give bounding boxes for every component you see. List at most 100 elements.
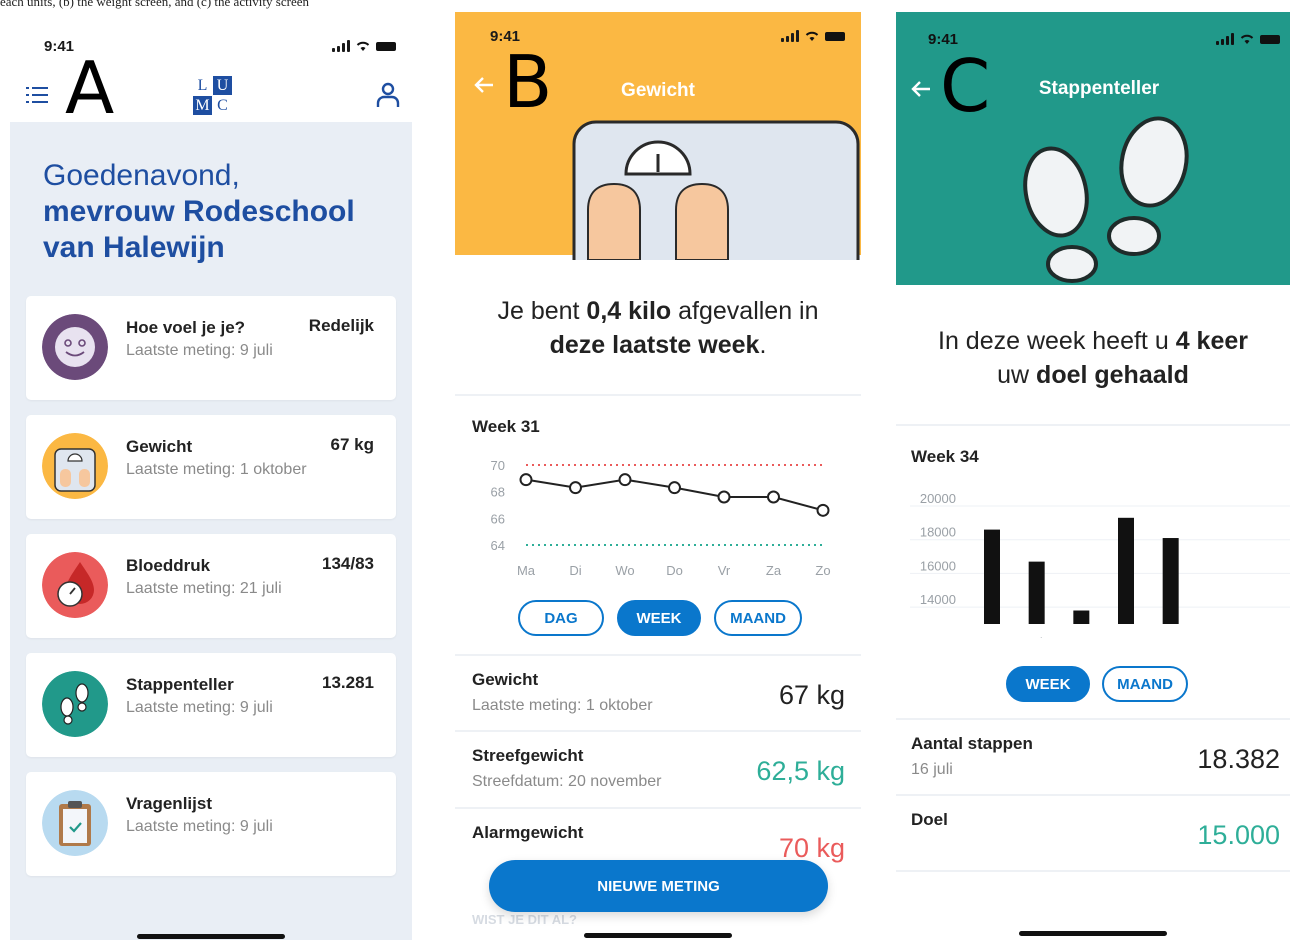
card-title: Hoe voel je je? xyxy=(126,318,246,337)
y-tick-label: 66 xyxy=(491,511,505,526)
x-tick-label: Za xyxy=(766,563,782,578)
y-tick-label: 18000 xyxy=(920,525,956,540)
data-point xyxy=(767,490,780,504)
user-icon[interactable] xyxy=(376,82,400,108)
weight-summary: Je bent 0,4 kilo afgevallen in deze laat… xyxy=(455,294,861,362)
card-mood[interactable]: Hoe voel je je? Redelijk Laatste meting:… xyxy=(26,296,396,400)
x-tick-label: Do xyxy=(1118,635,1135,638)
tab-week[interactable]: WEEK xyxy=(1006,666,1090,702)
bar xyxy=(1118,517,1134,624)
summary-mid: afgevallen in xyxy=(671,297,819,325)
row-subtitle: Streefdatum: 20 november xyxy=(472,773,662,790)
tab-week[interactable]: WEEK xyxy=(617,600,701,636)
steps-bar-chart: 20000 18000 16000 14000 Ma Di Wo Do Vr Za Zo xyxy=(910,491,1290,638)
x-tick-label: Ma xyxy=(983,635,1002,638)
home-indicator xyxy=(1019,931,1167,936)
row-value: 67 kg xyxy=(778,680,845,710)
panel-label-a: A xyxy=(65,46,115,130)
new-measurement-button[interactable]: NIEUWE METING xyxy=(489,860,828,912)
card-title: Vragenlijst xyxy=(126,794,212,813)
row-subtitle: Laatste meting: 1 oktober xyxy=(472,697,653,714)
data-point xyxy=(569,481,582,495)
x-tick-label: Wo xyxy=(615,563,634,578)
weight-screen: 9:41 B Gewicht Je bent 0,4 kilo afgevall… xyxy=(455,12,861,940)
card-steps[interactable]: Stappenteller 13.281 Laatste meting: 9 j… xyxy=(26,653,396,757)
status-icons xyxy=(781,30,845,42)
summary-count: 4 keer xyxy=(1175,327,1248,355)
steps-summary: In deze week heeft u 4 keer uw doel geha… xyxy=(896,324,1290,392)
row-step-count: Aantal stappen 16 juli 18.382 xyxy=(896,734,1290,794)
footprints-illustration xyxy=(1023,116,1189,283)
battery-icon xyxy=(1260,34,1280,44)
row-value: 18.382 xyxy=(1197,744,1280,774)
card-weight[interactable]: Gewicht 67 kg Laatste meting: 1 oktober xyxy=(26,415,396,519)
status-icons xyxy=(332,40,396,52)
weight-header: 9:41 B Gewicht xyxy=(455,12,861,260)
screen-title: Gewicht xyxy=(621,80,695,101)
card-title: Stappenteller xyxy=(126,675,234,694)
y-tick-label: 64 xyxy=(491,538,505,553)
menu-icon[interactable] xyxy=(26,86,48,104)
measurement-list: Hoe voel je je? Redelijk Laatste meting:… xyxy=(26,296,396,891)
summary-amount: 0,4 kilo xyxy=(586,297,672,325)
row-title: Aantal stappen xyxy=(911,734,1033,753)
wifi-icon xyxy=(805,31,819,41)
y-tick-label: 68 xyxy=(491,485,505,500)
row-goal: Doel 15.000 xyxy=(896,810,1290,870)
bar xyxy=(1073,610,1090,624)
card-title: Gewicht xyxy=(126,437,193,456)
screen-title: Stappenteller xyxy=(1038,78,1160,99)
y-tick-label: 14000 xyxy=(920,592,956,607)
card-value: 67 kg xyxy=(330,435,374,454)
row-target-weight: Streefgewicht Streefdatum: 20 november 6… xyxy=(455,746,861,806)
divider xyxy=(455,654,861,656)
x-tick-label: Ma xyxy=(517,563,536,578)
home-indicator xyxy=(137,934,285,939)
card-value: 13.281 xyxy=(322,673,374,692)
x-tick-label: Zo xyxy=(815,563,830,578)
tip-heading: WIST JE DIT AL? xyxy=(472,912,577,927)
clipboard-icon xyxy=(42,790,108,856)
user-name-line1: mevrouw Rodeschool xyxy=(43,195,355,228)
x-tick-label: Di xyxy=(1031,635,1043,638)
card-title: Bloeddruk xyxy=(126,556,211,575)
user-name-line2: van Halewijn xyxy=(43,231,225,264)
card-blood-pressure[interactable]: Bloeddruk 134/83 Laatste meting: 21 juli xyxy=(26,534,396,638)
home-indicator xyxy=(584,933,732,938)
data-point xyxy=(717,490,731,504)
bar xyxy=(1028,561,1045,624)
week-label: Week 31 xyxy=(472,417,540,436)
row-subtitle: 16 juli xyxy=(911,761,953,778)
data-point xyxy=(519,473,533,487)
y-tick-label: 20000 xyxy=(920,491,956,506)
logo-letter: C xyxy=(217,97,228,114)
row-value: 15.000 xyxy=(1197,820,1280,850)
row-title: Gewicht xyxy=(472,670,539,689)
logo-letter: U xyxy=(213,76,232,95)
data-point xyxy=(668,481,681,495)
tab-day[interactable]: DAG xyxy=(518,600,604,636)
divider xyxy=(896,794,1290,796)
card-value: Redelijk xyxy=(308,316,374,335)
summary-pre: In deze week heeft u xyxy=(938,327,1176,355)
tab-month[interactable]: MAAND xyxy=(714,600,802,636)
blood-pressure-icon xyxy=(42,552,108,618)
x-tick-label: Za xyxy=(1208,635,1224,638)
card-subtitle: Laatste meting: 21 juli xyxy=(126,580,282,597)
divider xyxy=(455,807,861,809)
footprints-icon xyxy=(42,671,108,737)
tab-month[interactable]: MAAND xyxy=(1102,666,1188,702)
summary-goal: doel gehaald xyxy=(1036,361,1189,389)
home-topbar: 9:41 A L U M C xyxy=(10,12,412,130)
row-title: Streefgewicht xyxy=(472,746,584,765)
x-tick-label: Do xyxy=(666,563,683,578)
data-point xyxy=(816,503,830,517)
battery-icon xyxy=(376,41,396,51)
logo-letter: M xyxy=(193,96,212,115)
card-questionnaire[interactable]: Vragenlijst Laatste meting: 9 juli xyxy=(26,772,396,876)
signal-icon xyxy=(332,40,350,52)
scale-icon xyxy=(42,433,108,499)
greeting-text: Goedenavond, xyxy=(43,159,240,192)
card-value: 134/83 xyxy=(322,554,374,573)
x-tick-label: Wo xyxy=(1072,635,1091,638)
